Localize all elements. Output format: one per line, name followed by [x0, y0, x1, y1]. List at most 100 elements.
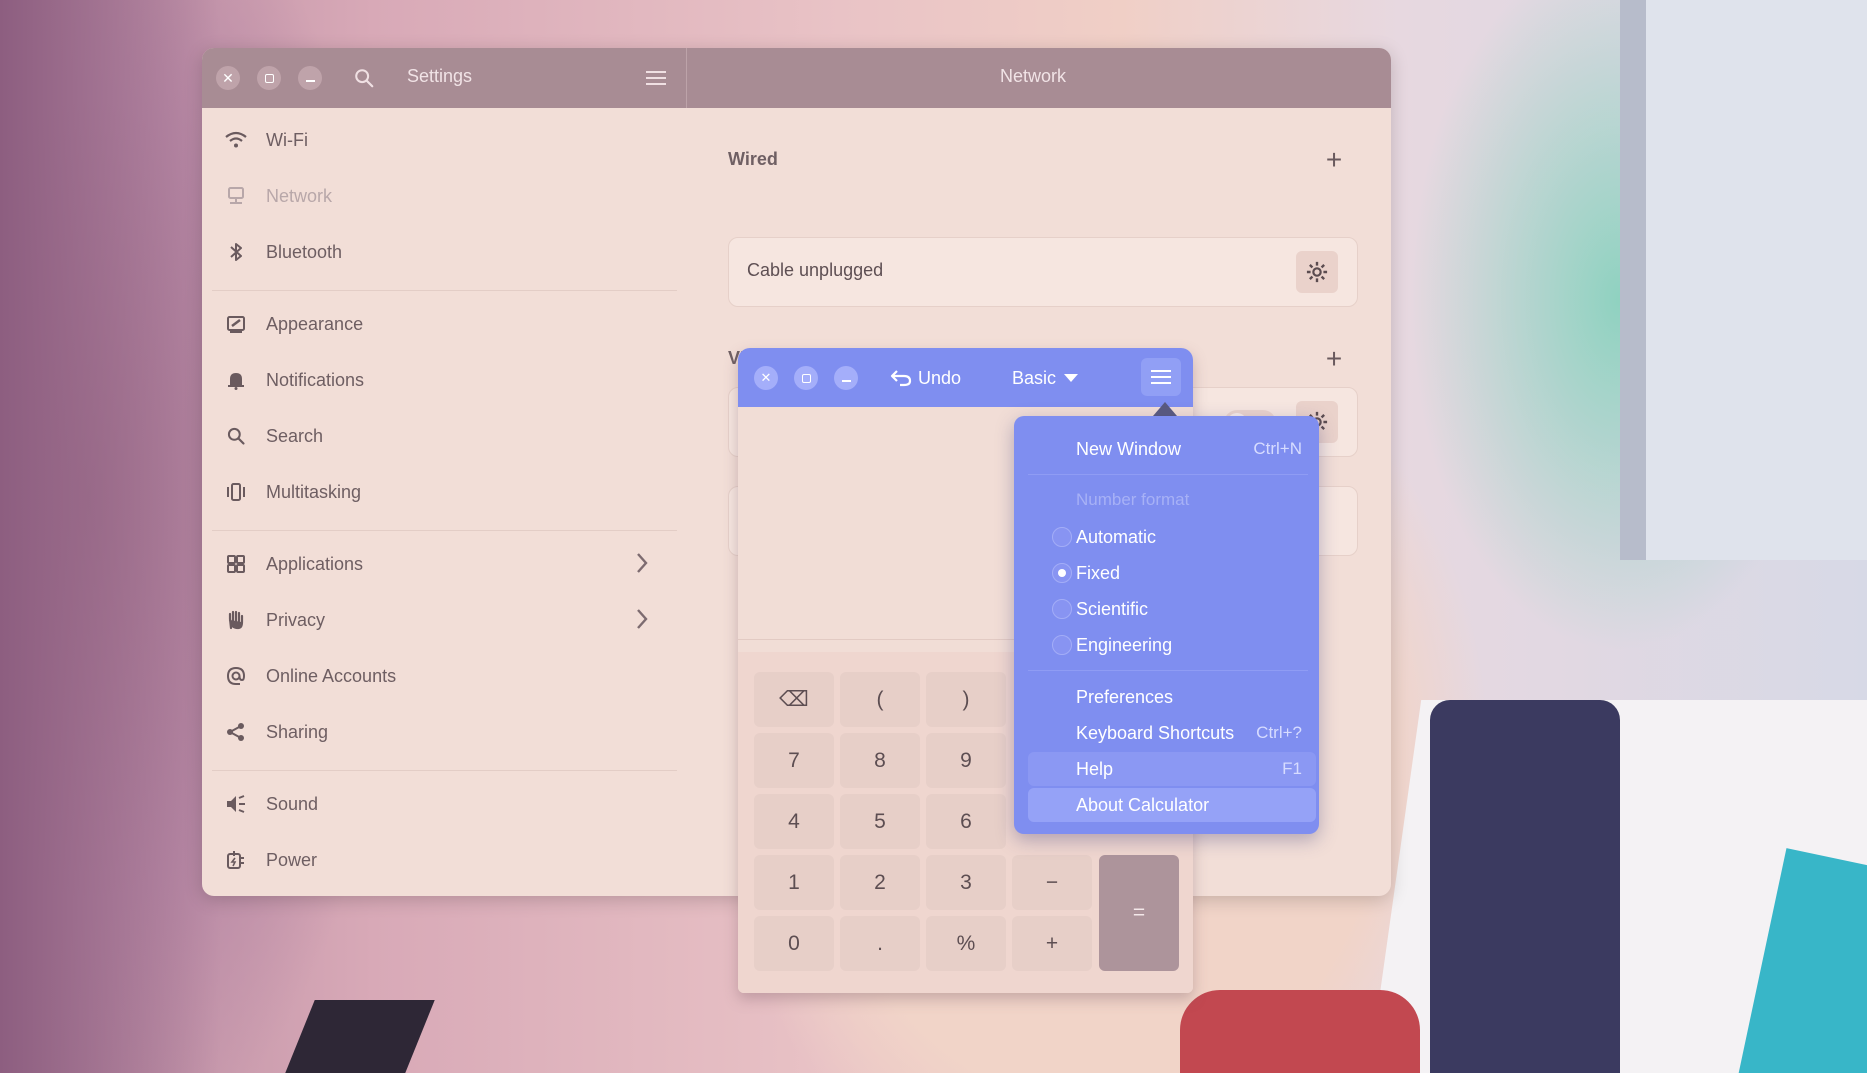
- wired-connection-row: Cable unplugged: [728, 237, 1358, 307]
- undo-label: Undo: [918, 367, 962, 388]
- minimize-window-button[interactable]: [298, 66, 322, 90]
- sidebar-item-label: Multitasking: [266, 481, 362, 502]
- menu-item-new-window[interactable]: New Window Ctrl+N: [1028, 432, 1316, 466]
- hamburger-icon: [1151, 370, 1171, 384]
- key-percent[interactable]: %: [926, 916, 1006, 971]
- search-button[interactable]: [350, 64, 378, 92]
- sidebar-item-applications[interactable]: Applications: [224, 542, 664, 586]
- sidebar-item-label: Bluetooth: [266, 241, 343, 262]
- key-4[interactable]: 4: [754, 794, 834, 849]
- close-icon: ✕: [222, 69, 234, 86]
- sidebar-item-power[interactable]: Power: [224, 838, 664, 882]
- network-icon: [224, 184, 248, 208]
- key-open-paren[interactable]: (: [840, 672, 920, 727]
- wired-status: Cable unplugged: [747, 260, 884, 280]
- key-3[interactable]: 3: [926, 855, 1006, 910]
- calc-menu-button[interactable]: [1141, 358, 1181, 396]
- bell-icon: [224, 368, 248, 392]
- maximize-window-button[interactable]: [257, 66, 281, 90]
- key-6[interactable]: 6: [926, 794, 1006, 849]
- menu-item-format-engineering[interactable]: Engineering: [1028, 628, 1316, 662]
- sidebar-item-label: Search: [266, 425, 324, 446]
- key-backspace[interactable]: ⌫: [754, 672, 834, 727]
- sidebar-item-label: Sound: [266, 793, 319, 814]
- at-icon: [224, 664, 248, 688]
- key-7[interactable]: 7: [754, 733, 834, 788]
- hamburger-icon: [646, 71, 666, 85]
- wired-section-title: Wired: [728, 149, 778, 169]
- undo-button[interactable]: Undo: [890, 364, 961, 392]
- close-window-button[interactable]: ✕: [216, 66, 240, 90]
- speaker-icon: [224, 792, 248, 816]
- sidebar-item-label: Sharing: [266, 721, 329, 742]
- sidebar-item-sound[interactable]: Sound: [224, 782, 664, 826]
- key-plus[interactable]: +: [1012, 916, 1092, 971]
- menu-item-about[interactable]: About Calculator: [1028, 788, 1316, 822]
- settings-sidebar: Wi-Fi Network Bluetooth Appearance Notif…: [202, 108, 687, 896]
- key-1[interactable]: 1: [754, 855, 834, 910]
- shortcut-label: Ctrl+?: [1256, 723, 1302, 742]
- menu-item-preferences[interactable]: Preferences: [1028, 680, 1316, 714]
- key-8[interactable]: 8: [840, 733, 920, 788]
- calc-maximize-button[interactable]: [794, 366, 818, 390]
- menu-item-keyboard-shortcuts[interactable]: Keyboard Shortcuts Ctrl+?: [1028, 716, 1316, 750]
- plus-icon: +: [1325, 144, 1343, 175]
- key-5[interactable]: 5: [840, 794, 920, 849]
- sidebar-item-online-accounts[interactable]: Online Accounts: [224, 654, 664, 698]
- sidebar-item-notifications[interactable]: Notifications: [224, 358, 664, 402]
- radio-button: [1052, 527, 1072, 547]
- calc-close-button[interactable]: ✕: [754, 366, 778, 390]
- sidebar-item-bluetooth[interactable]: Bluetooth: [224, 230, 664, 274]
- sidebar-item-label: Applications: [266, 553, 364, 574]
- key-9[interactable]: 9: [926, 733, 1006, 788]
- share-icon: [224, 720, 248, 744]
- bluetooth-icon: [224, 240, 248, 264]
- menu-pointer: [1153, 402, 1177, 416]
- number-format-heading: Number format: [1076, 490, 1190, 509]
- sidebar-divider: [212, 770, 677, 771]
- key-equals[interactable]: =: [1099, 855, 1179, 971]
- key-decimal[interactable]: .: [840, 916, 920, 971]
- minimize-icon: [305, 79, 315, 82]
- key-minus[interactable]: −: [1012, 855, 1092, 910]
- key-0[interactable]: 0: [754, 916, 834, 971]
- grid-icon: [224, 552, 248, 576]
- menu-item-format-scientific[interactable]: Scientific: [1028, 592, 1316, 626]
- sidebar-item-label: Online Accounts: [266, 665, 397, 686]
- calculator-headerbar: ✕ Undo Basic: [738, 348, 1193, 407]
- add-wired-button[interactable]: +: [1320, 144, 1348, 175]
- add-vpn-button[interactable]: +: [1320, 343, 1348, 374]
- shortcut-label: Ctrl+N: [1253, 439, 1302, 458]
- key-close-paren[interactable]: ): [926, 672, 1006, 727]
- hand-icon: [224, 608, 248, 632]
- sidebar-item-network[interactable]: Network: [224, 174, 664, 218]
- settings-menu-button[interactable]: [642, 64, 670, 92]
- sidebar-item-label: Power: [266, 849, 318, 870]
- sidebar-item-appearance[interactable]: Appearance: [224, 302, 664, 346]
- power-icon: [224, 848, 248, 872]
- settings-headerbar: ✕ Settings Network: [202, 48, 1391, 108]
- key-2[interactable]: 2: [840, 855, 920, 910]
- sidebar-item-label: Notifications: [266, 369, 365, 390]
- radio-button-selected: [1052, 563, 1072, 583]
- sidebar-item-privacy[interactable]: Privacy: [224, 598, 664, 642]
- backspace-icon: ⌫: [779, 688, 809, 711]
- search-icon: [224, 424, 248, 448]
- sidebar-item-wifi[interactable]: Wi-Fi: [224, 118, 664, 162]
- radio-button: [1052, 599, 1072, 619]
- menu-item-help[interactable]: Help F1: [1028, 752, 1316, 786]
- mode-selector[interactable]: Basic: [1012, 364, 1079, 392]
- sidebar-item-label: Network: [266, 185, 333, 206]
- maximize-icon: [264, 73, 274, 83]
- sidebar-item-search[interactable]: Search: [224, 414, 664, 458]
- calc-minimize-button[interactable]: [834, 366, 858, 390]
- sidebar-item-sharing[interactable]: Sharing: [224, 710, 664, 754]
- search-icon: [355, 69, 374, 88]
- menu-item-format-fixed[interactable]: Fixed: [1028, 556, 1316, 590]
- chevron-down-icon: [1064, 374, 1079, 382]
- settings-title: Settings: [407, 66, 473, 86]
- sidebar-item-label: Wi-Fi: [266, 129, 308, 150]
- sidebar-item-multitasking[interactable]: Multitasking: [224, 470, 664, 514]
- wired-settings-button[interactable]: [1296, 251, 1338, 293]
- menu-item-format-automatic[interactable]: Automatic: [1028, 520, 1316, 554]
